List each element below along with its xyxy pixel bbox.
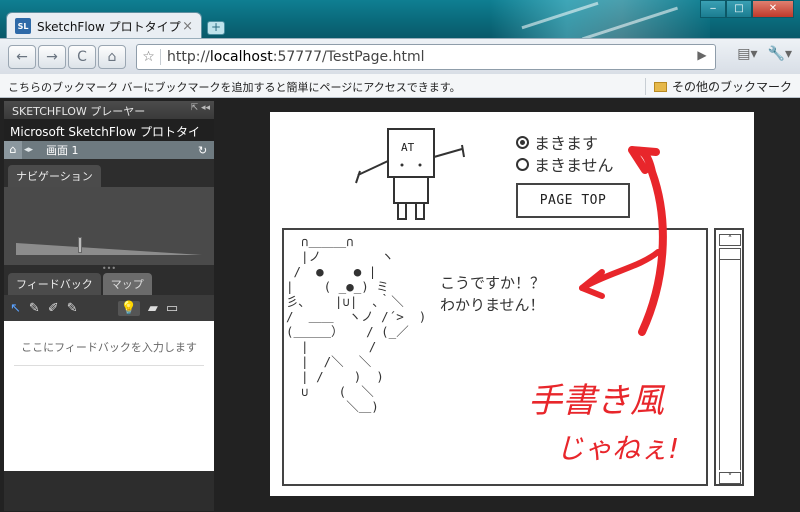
- tab-feedback[interactable]: フィードバック: [8, 273, 101, 295]
- robot-label: AT: [401, 141, 415, 154]
- robot-logo: AT: [350, 127, 470, 222]
- radio-button[interactable]: [516, 157, 529, 171]
- scroll-up-button[interactable]: ˄: [719, 234, 741, 246]
- new-tab-button[interactable]: +: [207, 21, 225, 35]
- tab-map[interactable]: マップ: [102, 273, 152, 295]
- player-sidebar: SKETCHFLOW プレーヤー ⇱ ◂◂ Microsoft SketchFl…: [4, 101, 214, 511]
- home-icon[interactable]: ⌂: [4, 141, 22, 159]
- bookmarks-message: こちらのブックマーク バーにブックマークを追加すると簡単にページにアクセスできま…: [8, 81, 461, 94]
- screen-navigator: ⌂ ◂▸ 画面 1 ↻: [4, 141, 214, 159]
- tab-sketchflow[interactable]: SL SketchFlow プロトタイプ ×: [6, 12, 202, 38]
- radio-option-makanai[interactable]: まきません: [516, 152, 614, 176]
- scroll-content: ∩＿＿＿∩ |ノ ヽ / ● ● | | ( _●_) ミ 彡､ |∪| ､｀＼…: [282, 228, 708, 486]
- title-bar: SL SketchFlow プロトタイプ × + ‒ □ ✕: [0, 0, 800, 38]
- close-tab-icon[interactable]: ×: [182, 19, 193, 34]
- close-window-button[interactable]: ✕: [752, 0, 794, 18]
- player-header: SKETCHFLOW プレーヤー ⇱ ◂◂: [4, 101, 214, 119]
- browser-toolbar: ← → C ⌂ ☆ http://localhost:57777/TestPag…: [0, 38, 800, 74]
- tab-title: SketchFlow プロトタイプ: [37, 19, 181, 34]
- folder-icon[interactable]: ▭: [166, 301, 178, 316]
- navigation-tabs: ナビゲーション: [4, 165, 214, 187]
- page-menu-icon[interactable]: ▤▾: [737, 46, 757, 62]
- forward-button[interactable]: →: [38, 44, 66, 69]
- sketchflow-player: SKETCHFLOW プレーヤー ⇱ ◂◂ Microsoft SketchFl…: [0, 98, 800, 512]
- bookmark-star-icon[interactable]: ☆: [137, 49, 161, 65]
- feedback-input[interactable]: ここにフィードバックを入力します: [4, 321, 214, 471]
- folder-icon: [653, 81, 667, 92]
- red-arrow-head-top: [628, 146, 660, 174]
- prev-next-icon[interactable]: ◂▸: [24, 145, 42, 155]
- go-arrow-icon[interactable]: ▶: [693, 48, 711, 66]
- scroll-thumb[interactable]: [719, 248, 741, 260]
- collapse-icon[interactable]: ⇱ ◂◂: [191, 103, 210, 113]
- highlighter-tool-icon[interactable]: ✎: [67, 301, 78, 316]
- url-text[interactable]: http://localhost:57777/TestPage.html: [161, 49, 425, 65]
- maximize-button[interactable]: □: [726, 0, 752, 18]
- player-title: SKETCHFLOW プレーヤー: [12, 105, 146, 118]
- minimize-button[interactable]: ‒: [700, 0, 726, 18]
- tab-navigation[interactable]: ナビゲーション: [8, 165, 101, 187]
- select-tool-icon[interactable]: ↖: [10, 301, 21, 316]
- refresh-icon[interactable]: ↻: [198, 144, 214, 157]
- speech-line-1: こうですか！？: [440, 274, 546, 292]
- marker-tool-icon[interactable]: ✐: [48, 301, 59, 316]
- zoom-slider-thumb[interactable]: [78, 237, 82, 253]
- other-bookmarks-label: その他のブックマーク: [671, 80, 792, 94]
- radio-label: まきます: [534, 134, 599, 153]
- screen-name: 画面 1: [46, 144, 79, 157]
- feedback-toolbar: ↖ ✎ ✐ ✎ 💡 ▰ ▭: [4, 295, 214, 321]
- theme-artwork: [490, 0, 710, 38]
- zoom-slider-track[interactable]: [16, 243, 202, 255]
- radio-button-selected[interactable]: [516, 135, 529, 149]
- feedback-tabs: フィードバック マップ: [4, 273, 214, 295]
- radio-option-maki[interactable]: まきます: [516, 130, 598, 154]
- speech-text: こうですか！？ わかりません！: [440, 272, 545, 316]
- sketch-canvas: AT まきます まきません PAGE TOP ∩＿＿＿∩ |ノ ヽ / ● ● …: [270, 112, 754, 496]
- scroll-down-button[interactable]: ˅: [719, 472, 741, 484]
- page-top-button[interactable]: PAGE TOP: [516, 183, 630, 218]
- comment-icon[interactable]: ▰: [148, 301, 158, 316]
- project-title: Microsoft SketchFlow プロトタイプ: [4, 119, 214, 156]
- silverlight-icon: SL: [15, 18, 31, 34]
- navigation-panel: [4, 187, 214, 265]
- vertical-scrollbar[interactable]: ˄ ˅: [714, 228, 744, 486]
- radio-label: まきません: [534, 156, 614, 175]
- pen-tool-icon[interactable]: ✎: [29, 301, 40, 316]
- window-controls: ‒ □ ✕: [700, 0, 794, 18]
- back-button[interactable]: ←: [8, 44, 36, 69]
- toolbar-menus: ▤▾ 🔧▾: [737, 46, 792, 62]
- feedback-placeholder: ここにフィードバックを入力します: [14, 339, 204, 366]
- address-bar[interactable]: ☆ http://localhost:57777/TestPage.html ▶: [136, 44, 716, 70]
- lightbulb-icon[interactable]: 💡: [117, 300, 140, 316]
- other-bookmarks[interactable]: その他のブックマーク: [644, 78, 792, 95]
- scroll-track[interactable]: [719, 260, 741, 470]
- home-button[interactable]: ⌂: [98, 44, 126, 69]
- reload-button[interactable]: C: [68, 44, 96, 69]
- wrench-menu-icon[interactable]: 🔧▾: [768, 46, 792, 62]
- bookmarks-bar: こちらのブックマーク バーにブックマークを追加すると簡単にページにアクセスできま…: [0, 74, 800, 98]
- speech-line-2: わかりません！: [440, 296, 545, 314]
- ascii-art-bear: ∩＿＿＿∩ |ノ ヽ / ● ● | | ( _●_) ミ 彡､ |∪| ､｀＼…: [286, 234, 427, 414]
